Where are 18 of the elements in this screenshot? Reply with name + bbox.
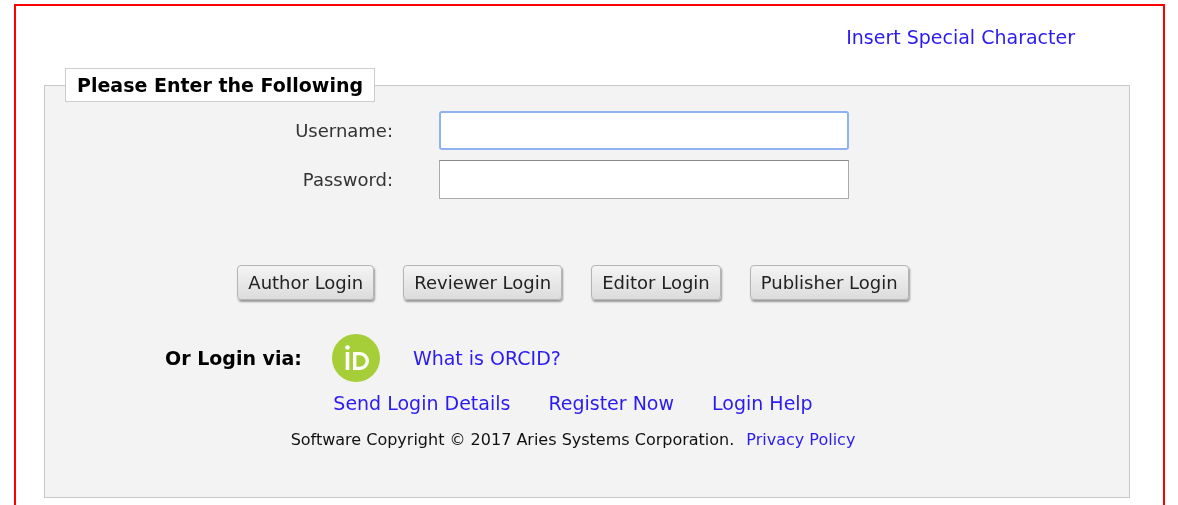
panel-legend: Please Enter the Following — [65, 68, 376, 102]
insert-special-character-link[interactable]: Insert Special Character — [846, 26, 1075, 58]
field-label: Password: — [301, 169, 393, 190]
input-field[interactable] — [439, 111, 849, 150]
orcid-icon[interactable] — [331, 334, 380, 382]
login-link[interactable]: Register Now — [548, 392, 675, 414]
login-button[interactable]: Editor Login — [591, 265, 721, 300]
login-button[interactable]: Reviewer Login — [403, 265, 563, 300]
copyright-text: Software Copyright © 2017 Aries Systems Corporation. — [290, 430, 735, 449]
orcid-link[interactable]: What is ORCID? — [412, 347, 561, 369]
login-link[interactable]: Send Login Details — [333, 392, 511, 414]
privacy-policy-link[interactable]: Privacy Policy — [746, 430, 856, 449]
orcid-label: Or Login via: — [165, 347, 302, 369]
login-link[interactable]: Login Help — [712, 392, 813, 414]
field-label: Username: — [294, 120, 393, 141]
login-button[interactable]: Author Login — [237, 265, 375, 300]
login-button[interactable]: Publisher Login — [749, 265, 909, 300]
input-field[interactable] — [439, 160, 849, 199]
